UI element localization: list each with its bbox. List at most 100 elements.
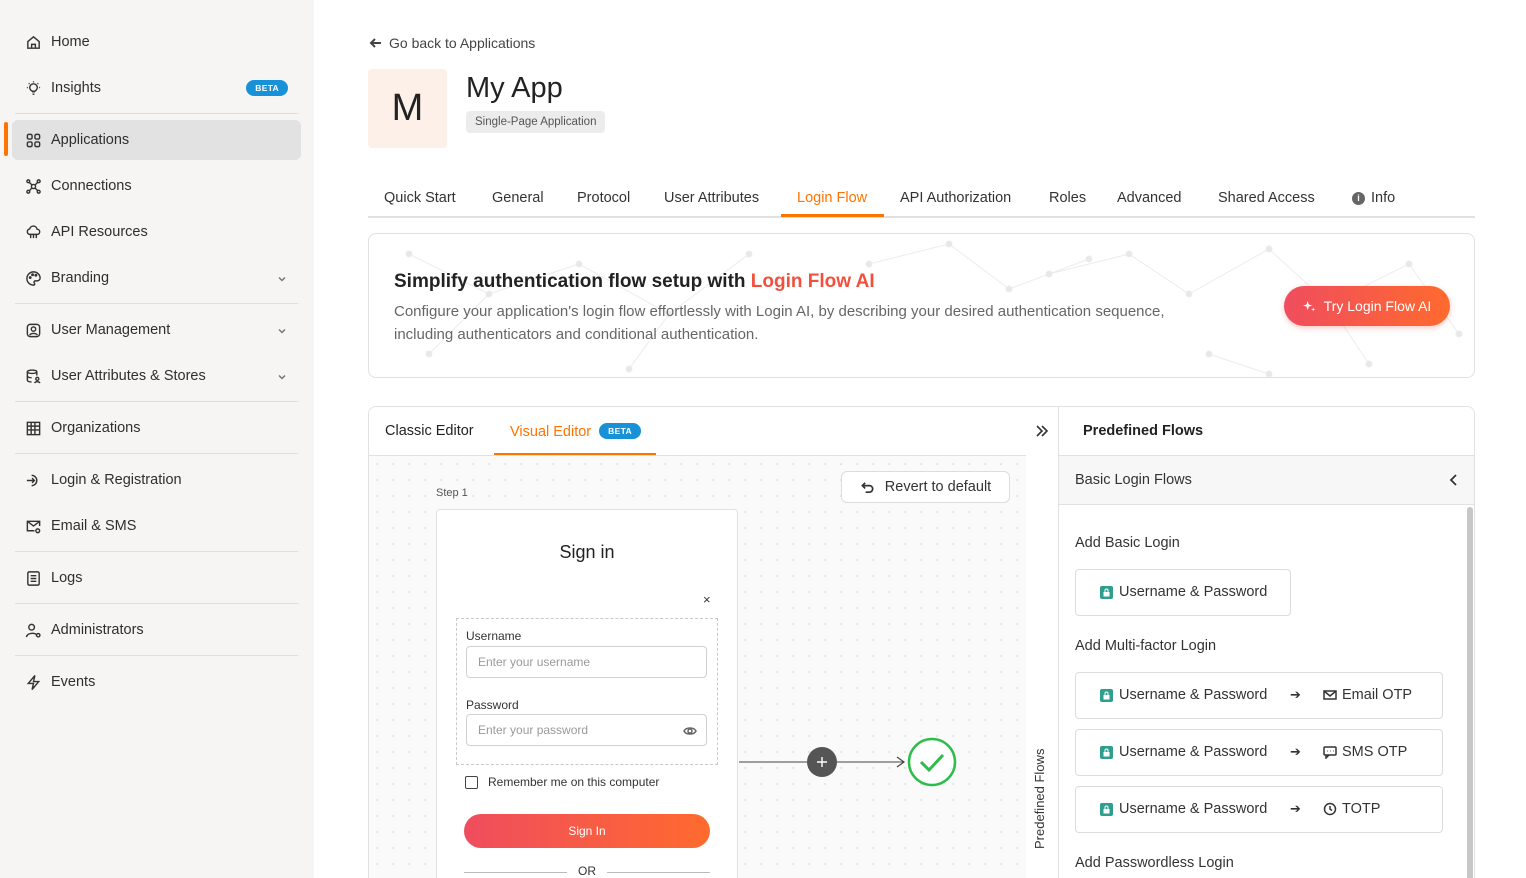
username-field[interactable]: Enter your username	[466, 646, 707, 678]
flow-canvas[interactable]: Revert to default Step 1 Sign in × Usern…	[369, 456, 1026, 878]
remember-me[interactable]: Remember me on this computer	[465, 775, 659, 789]
sidebar-item-logs[interactable]: Logs	[12, 558, 301, 598]
username-label: Username	[466, 629, 522, 643]
password-placeholder: Enter your password	[478, 723, 589, 737]
beta-badge: BETA	[246, 80, 288, 96]
basic-authenticator-block[interactable]: Username Enter your username Password En…	[456, 618, 718, 765]
sidebar-item-user-attributes-stores[interactable]: User Attributes & Stores	[12, 356, 301, 396]
eye-icon[interactable]	[683, 724, 697, 738]
password-field[interactable]: Enter your password	[466, 714, 707, 746]
sidebar-item-connections[interactable]: Connections	[12, 166, 301, 206]
chevron-left-icon[interactable]	[1448, 473, 1460, 487]
revert-to-default-button[interactable]: Revert to default	[841, 471, 1010, 503]
back-to-applications-link[interactable]: Go back to Applications	[369, 35, 535, 51]
or-label: OR	[567, 864, 607, 878]
sign-in-step-card[interactable]: Sign in × Username Enter your username P…	[436, 509, 738, 878]
flow-username-password[interactable]: Username & Password	[1075, 569, 1291, 616]
sidebar-item-email-sms[interactable]: Email & SMS	[12, 506, 301, 546]
sidebar-divider	[15, 603, 298, 604]
database-user-icon	[24, 367, 42, 385]
sidebar-item-login-registration[interactable]: Login & Registration	[12, 460, 301, 500]
step-label: Step 1	[436, 487, 468, 499]
app-tabs: Quick Start General Protocol User Attrib…	[368, 182, 1475, 218]
active-indicator	[4, 122, 8, 156]
lock-icon	[1100, 688, 1113, 702]
tab-info[interactable]: i Info	[1352, 190, 1395, 218]
add-passwordless-login-label: Add Passwordless Login	[1075, 855, 1234, 871]
sidebar-item-label: Connections	[51, 178, 132, 194]
sidebar-item-label: Home	[51, 34, 90, 50]
add-step-icon[interactable]	[807, 747, 837, 777]
active-editor-tab-underline	[494, 453, 656, 455]
tab-quick-start[interactable]: Quick Start	[384, 190, 456, 218]
add-basic-login-label: Add Basic Login	[1075, 535, 1180, 551]
lock-icon	[1100, 745, 1113, 759]
chevron-double-right-icon[interactable]	[1034, 423, 1050, 439]
sidebar-item-label: Email & SMS	[51, 518, 137, 534]
sidebar-item-administrators[interactable]: Administrators	[12, 610, 301, 650]
try-login-flow-ai-label: Try Login Flow AI	[1323, 298, 1432, 314]
flow-step-label: Username & Password	[1119, 584, 1268, 600]
tab-classic-editor[interactable]: Classic Editor	[385, 423, 474, 439]
tab-general[interactable]: General	[492, 190, 544, 218]
sms-icon	[1322, 745, 1337, 760]
lightning-icon	[24, 673, 42, 691]
tab-roles[interactable]: Roles	[1049, 190, 1086, 218]
sparkle-icon	[1302, 300, 1316, 313]
sidebar-item-api-resources[interactable]: API Resources	[12, 212, 301, 252]
try-login-flow-ai-button[interactable]: Try Login Flow AI	[1284, 286, 1450, 326]
tab-advanced[interactable]: Advanced	[1117, 190, 1182, 218]
beta-badge: BETA	[599, 423, 641, 439]
cloud-api-icon	[24, 223, 42, 241]
palette-icon	[24, 269, 42, 287]
sidebar-item-organizations[interactable]: Organizations	[12, 408, 301, 448]
tab-shared-access[interactable]: Shared Access	[1218, 190, 1315, 218]
sidebar-item-user-management[interactable]: User Management	[12, 310, 301, 350]
lock-icon	[1100, 802, 1113, 816]
sign-in-button[interactable]: Sign In	[464, 814, 710, 848]
editor-tabs: Classic Editor Visual Editor BETA	[369, 407, 1026, 456]
sidebar-divider	[15, 401, 298, 402]
flow-username-password-totp[interactable]: Username & Password ➔ TOTP	[1075, 786, 1443, 833]
flow-step-label: Username & Password	[1119, 687, 1268, 703]
predefined-flows-panel: Predefined Flows Basic Login Flows Add B…	[1059, 407, 1474, 878]
app-avatar: M	[368, 69, 447, 148]
info-icon: i	[1352, 191, 1365, 205]
home-icon	[24, 33, 42, 51]
sidebar-item-label: API Resources	[51, 224, 148, 240]
close-icon[interactable]: ×	[703, 592, 711, 607]
panel-scrollbar[interactable]	[1467, 507, 1473, 878]
sidebar-item-label: Organizations	[51, 420, 141, 436]
predefined-flows-collapse-bar[interactable]: Predefined Flows	[1026, 407, 1059, 878]
building-icon	[24, 419, 42, 437]
flow-username-password-email-otp[interactable]: Username & Password ➔ Email OTP	[1075, 672, 1443, 719]
remember-me-checkbox[interactable]	[465, 775, 478, 789]
flow-username-password-sms-otp[interactable]: Username & Password ➔ SMS OTP	[1075, 729, 1443, 776]
sidebar-item-applications[interactable]: Applications	[12, 120, 301, 160]
sidebar-item-label: Administrators	[51, 622, 144, 638]
sidebar-item-events[interactable]: Events	[12, 662, 301, 702]
sidebar-item-label: User Attributes & Stores	[51, 368, 206, 384]
flow-connector	[739, 737, 957, 787]
basic-login-flows-accordion[interactable]: Basic Login Flows	[1059, 456, 1474, 505]
panel-title: Predefined Flows	[1083, 423, 1204, 439]
sidebar-item-label: Insights	[51, 80, 101, 96]
editor-main: Classic Editor Visual Editor BETA Revert…	[369, 407, 1026, 878]
sidebar: Home Insights BETA Applications Connecti…	[0, 0, 314, 878]
sidebar-item-insights[interactable]: Insights BETA	[12, 68, 301, 108]
tab-user-attributes[interactable]: User Attributes	[664, 190, 759, 218]
tab-protocol[interactable]: Protocol	[577, 190, 630, 218]
sign-in-title: Sign in	[559, 542, 615, 562]
sidebar-item-home[interactable]: Home	[12, 22, 301, 62]
flow-step-label: TOTP	[1342, 801, 1381, 817]
tab-api-authorization[interactable]: API Authorization	[900, 190, 1011, 218]
arrow-left-icon	[369, 36, 383, 50]
document-list-icon	[24, 569, 42, 587]
revert-label: Revert to default	[884, 479, 992, 495]
flow-step-label: Email OTP	[1342, 687, 1413, 703]
banner-title: Simplify authentication flow setup with …	[394, 271, 875, 293]
login-icon	[24, 471, 42, 489]
sidebar-item-branding[interactable]: Branding	[12, 258, 301, 298]
page-title: My App	[466, 72, 563, 104]
tab-visual-editor[interactable]: Visual Editor BETA	[510, 423, 641, 440]
